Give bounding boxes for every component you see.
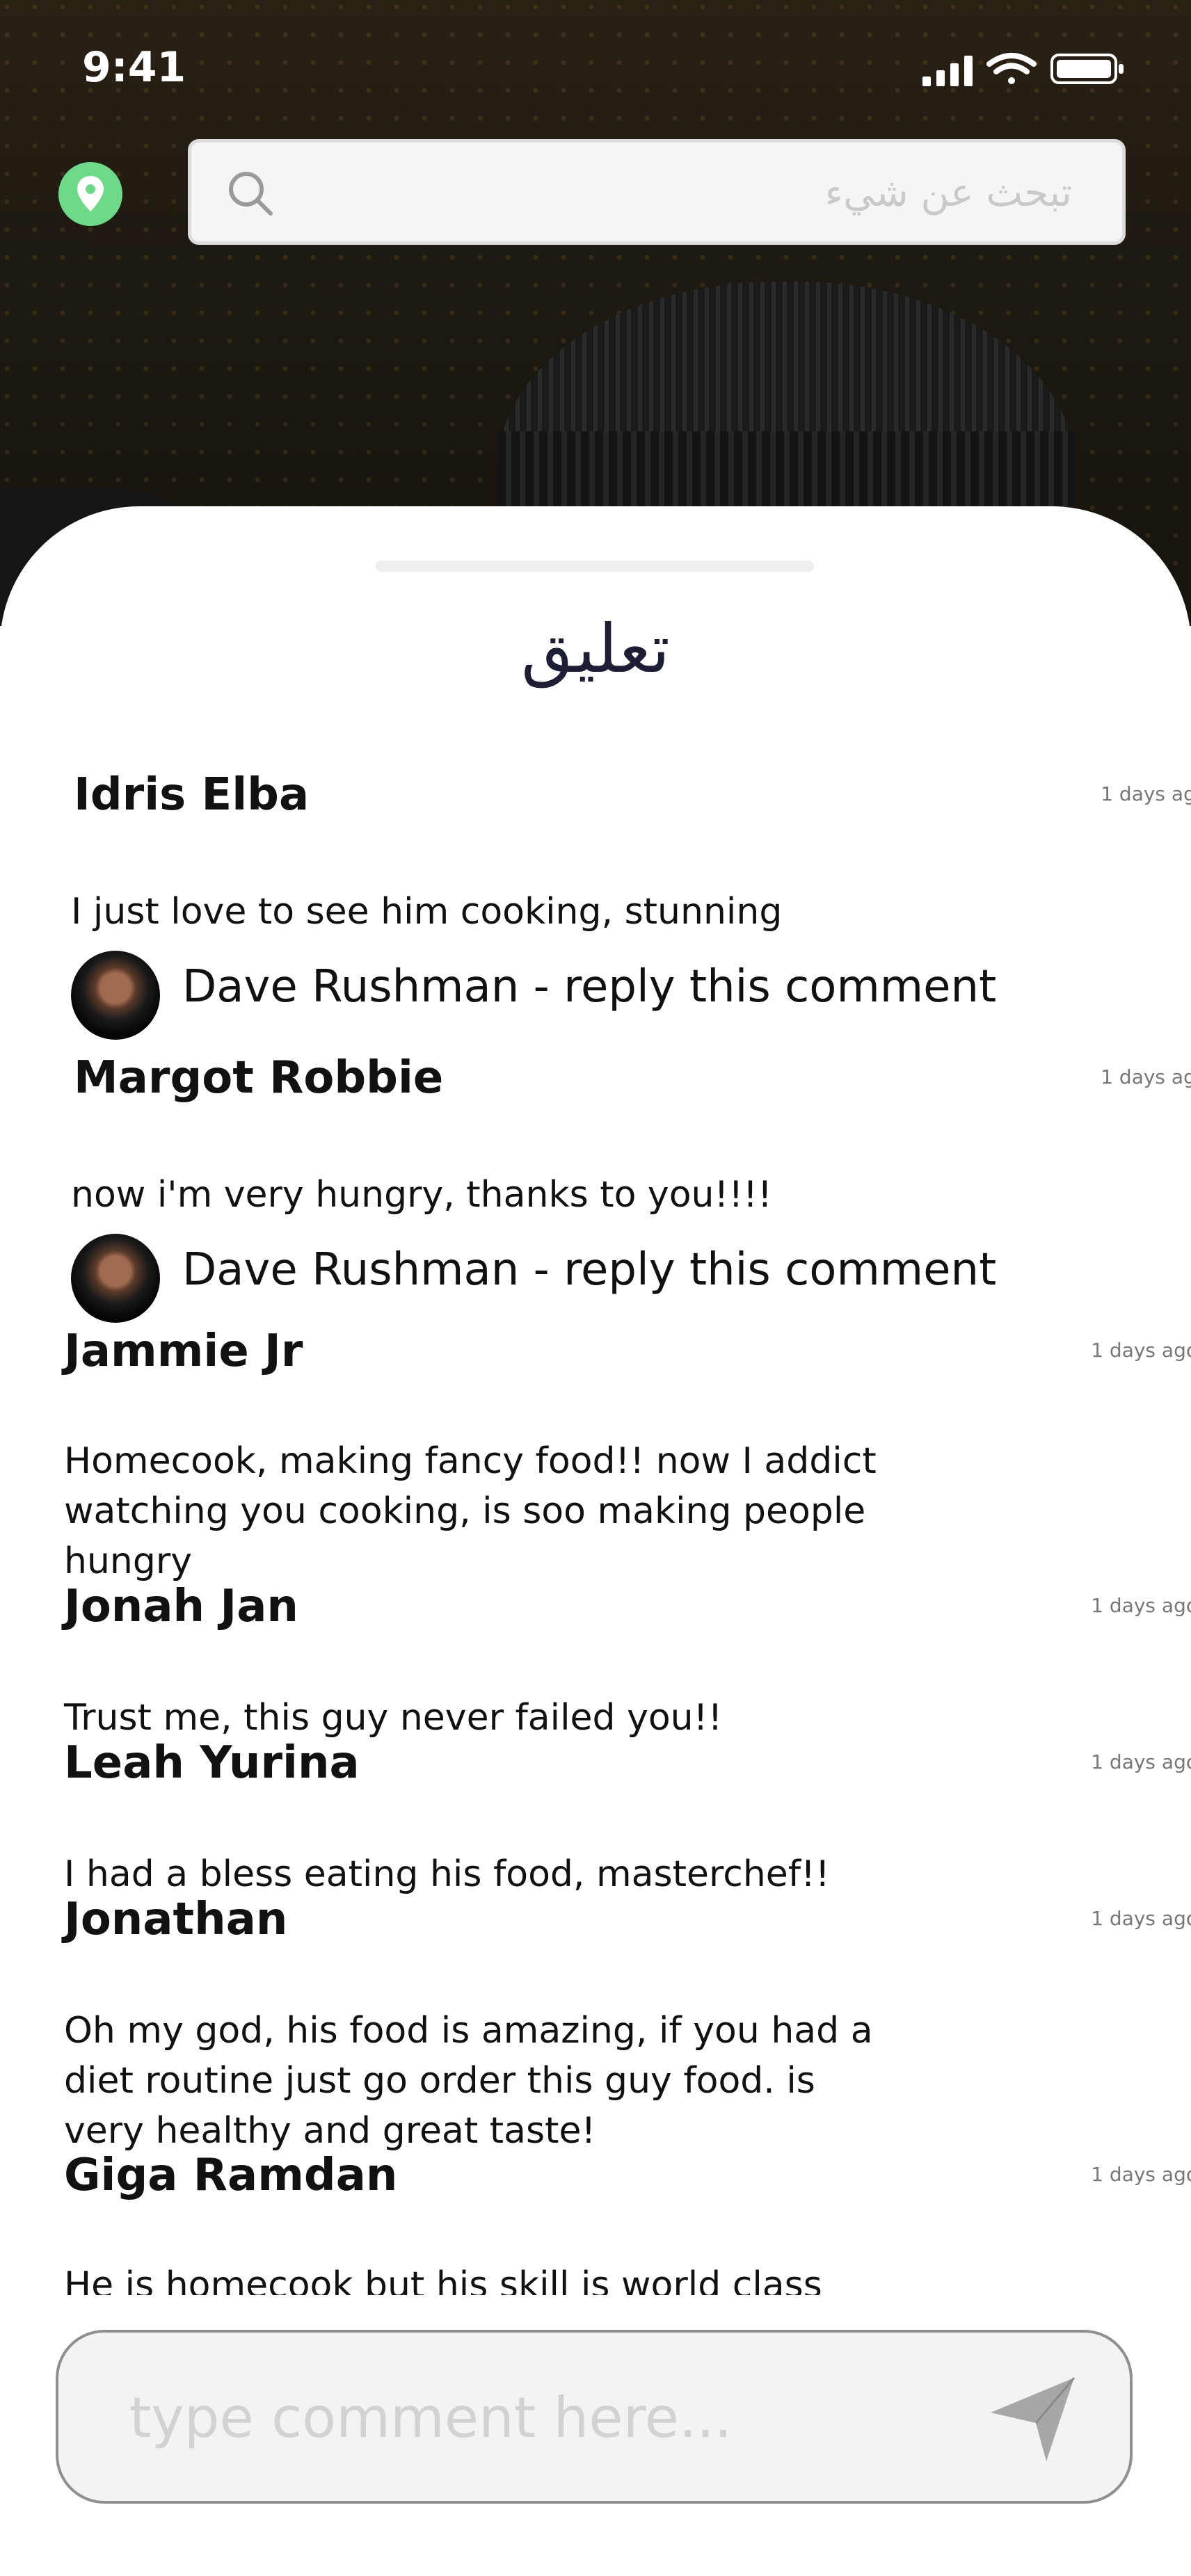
avatar — [71, 951, 160, 1040]
comment-text: I just love to see him cooking, stunning — [71, 891, 783, 933]
comment-text: Oh my god, his food is amazing, if you h… — [64, 2010, 873, 2152]
status-time: 9:41 — [82, 43, 186, 92]
comment-time: 1 days ago — [1101, 1065, 1191, 1088]
comment-time: 1 days ago — [1091, 2163, 1191, 2186]
comment-composer — [56, 2330, 1133, 2504]
comment-time: 1 days ago — [1101, 782, 1191, 805]
comment-author: Giga Ramdan — [64, 2150, 398, 2201]
comment-item: Jonah Jan 1 days ago Trust me, this guy … — [64, 1580, 1191, 1739]
location-pin-icon — [77, 176, 104, 211]
comment-text: Homecook, making fancy food!! now I addi… — [64, 1440, 877, 1582]
comment-time: 1 days ago — [1091, 1907, 1191, 1930]
comment-author: Jammie Jr — [64, 1326, 303, 1377]
comment-author: Jonah Jan — [64, 1581, 298, 1632]
comment-text: Trust me, this guy never failed you!! — [64, 1697, 723, 1739]
comment-item: Jammie Jr 1 days ago Homecook, making fa… — [64, 1325, 1191, 1582]
comment-author: Idris Elba — [74, 769, 310, 821]
comment-time: 1 days ago — [1091, 1594, 1191, 1617]
reply-row[interactable]: Dave Rushman - reply this comment — [71, 1234, 1114, 1324]
comment-author: Margot Robbie — [74, 1052, 444, 1104]
comment-item: Idris Elba 1 days ago I just love to see… — [71, 768, 1191, 1047]
reply-link[interactable]: Dave Rushman - reply this comment — [182, 1243, 996, 1297]
comment-time: 1 days ago — [1091, 1339, 1191, 1362]
comment-list[interactable]: Idris Elba 1 days ago I just love to see… — [0, 730, 1191, 2295]
comment-input[interactable] — [128, 2333, 1000, 2502]
send-icon[interactable] — [984, 2374, 1081, 2465]
battery-icon — [1050, 54, 1124, 84]
wifi-icon — [986, 53, 1037, 84]
reply-link[interactable]: Dave Rushman - reply this comment — [182, 960, 996, 1014]
search-input[interactable] — [289, 143, 1073, 243]
reply-row[interactable]: Dave Rushman - reply this comment — [71, 951, 1114, 1041]
comment-item: Giga Ramdan 1 days ago He is homecook bu… — [64, 2149, 1191, 2295]
avatar — [71, 1234, 160, 1323]
comment-author: Jonathan — [64, 1894, 288, 1945]
status-icons — [922, 53, 1124, 86]
comment-text: I had a bless eating his food, masterche… — [64, 1853, 830, 1895]
comment-item: Leah Yurina 1 days ago I had a bless eat… — [64, 1737, 1191, 1895]
comment-item: Jonathan 1 days ago Oh my god, his food … — [64, 1893, 1191, 2152]
comment-time: 1 days ago — [1091, 1750, 1191, 1773]
location-button[interactable] — [58, 162, 122, 226]
comment-item: Margot Robbie 1 days ago now i'm very hu… — [71, 1052, 1191, 1330]
cellular-signal-icon — [922, 56, 973, 86]
comment-text: He is homecook but his skill is world cl… — [64, 2264, 822, 2295]
comment-author: Leah Yurina — [64, 1737, 360, 1789]
search-icon — [229, 172, 273, 216]
video-beanie-band — [497, 431, 1075, 515]
sheet-drag-handle[interactable] — [376, 561, 814, 572]
sheet-title: تعليق — [521, 610, 670, 688]
comment-text: now i'm very hungry, thanks to you!!!! — [71, 1174, 772, 1216]
search-bar[interactable] — [188, 139, 1126, 245]
